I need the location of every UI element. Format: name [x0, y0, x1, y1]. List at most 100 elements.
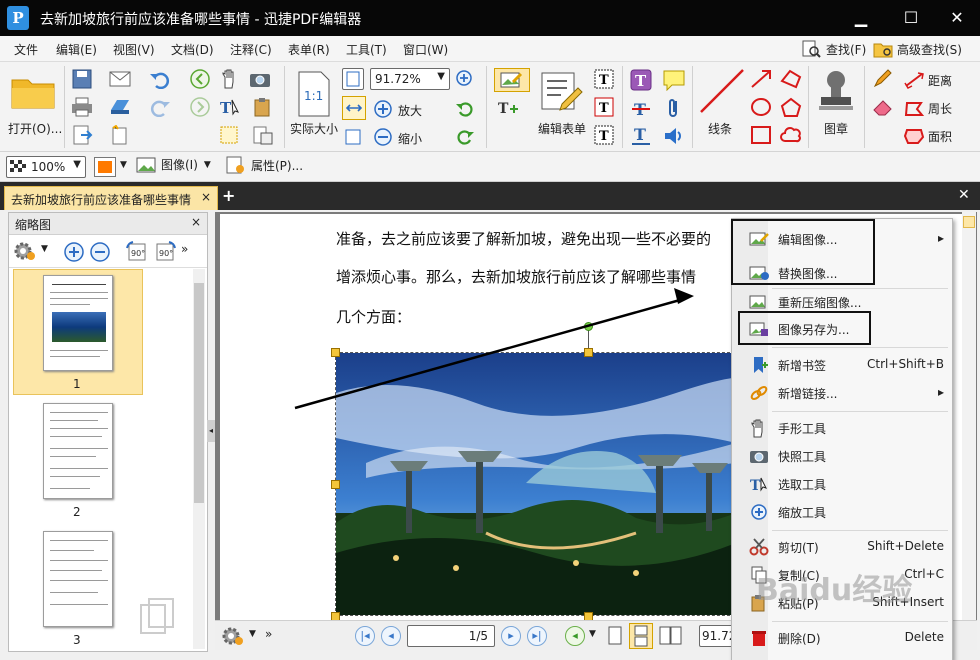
eraser-icon[interactable] [870, 96, 896, 118]
facing-pages-icon[interactable] [659, 626, 683, 646]
text-field-icon[interactable]: T [592, 68, 616, 90]
page-thumbnail-3[interactable] [43, 531, 113, 627]
context-item-snapshot-tool[interactable]: 快照工具 [732, 444, 952, 468]
document-tab[interactable]: 去新加坡旅行前应该准备哪些事情 × [4, 186, 218, 210]
panel-close-icon[interactable]: × [191, 215, 201, 229]
thumbnail-scrollbar[interactable] [193, 269, 205, 649]
add-text-icon[interactable]: T [494, 98, 524, 120]
typewriter-icon[interactable]: T [628, 68, 654, 92]
last-page-button[interactable]: ▸| [527, 626, 547, 646]
context-item-hand-tool[interactable]: 手形工具 [732, 416, 952, 440]
context-item-cut[interactable]: 剪切(T) Shift+Delete [732, 535, 952, 559]
new-document-icon[interactable] [108, 124, 132, 146]
maximize-button[interactable]: ☐ [896, 4, 926, 32]
menu-window[interactable]: 窗口(W) [403, 41, 448, 58]
previous-view-icon[interactable] [188, 68, 212, 90]
line-tool-icon[interactable] [698, 68, 746, 114]
advanced-find-button[interactable]: 高级查找(S) [872, 38, 962, 60]
zoom-in-icon[interactable] [372, 98, 394, 120]
cloud-tool-icon[interactable] [778, 124, 804, 146]
edit-form-label[interactable]: 编辑表单 [538, 120, 586, 137]
sound-icon[interactable] [660, 124, 688, 148]
minimize-button[interactable]: ▁ [846, 4, 876, 32]
resize-handle[interactable] [331, 480, 340, 489]
scan-icon[interactable] [108, 96, 132, 118]
zoom-in-label[interactable]: 放大 [398, 102, 422, 119]
image-menu-button[interactable]: 图像(I) ▼ [136, 156, 211, 173]
page-number-input[interactable]: 1/5 [407, 625, 495, 647]
edit-form-icon[interactable] [538, 68, 586, 114]
context-item-add-link[interactable]: 新增链接... ▸ [732, 381, 952, 405]
menu-file[interactable]: 文件 [14, 41, 38, 58]
chevron-down-icon[interactable]: ▼ [589, 629, 596, 639]
ellipse-tool-icon[interactable] [748, 96, 774, 118]
context-item-delete[interactable]: 删除(D) Delete [732, 626, 952, 650]
close-window-button[interactable]: ✕ [942, 4, 972, 32]
enlarge-thumbnail-icon[interactable] [63, 241, 85, 263]
perimeter-label[interactable]: 周长 [928, 100, 952, 117]
gear-icon[interactable] [221, 625, 245, 647]
email-icon[interactable] [108, 68, 132, 90]
line-tool-label[interactable]: 线条 [708, 120, 732, 137]
note-icon[interactable] [660, 68, 688, 92]
save-icon[interactable] [70, 68, 94, 90]
polygon-line-icon[interactable] [778, 68, 804, 90]
fit-page-icon[interactable] [342, 68, 364, 90]
callout-icon[interactable]: T [592, 124, 616, 146]
rectangle-tool-icon[interactable] [748, 124, 774, 146]
zoom-out-icon[interactable] [372, 126, 394, 148]
actual-size-icon[interactable]: 1:1 [293, 68, 335, 120]
continuous-page-button[interactable] [629, 623, 653, 649]
chevron-down-icon[interactable]: ▼ [41, 244, 48, 254]
text-box-icon[interactable]: T [592, 96, 616, 118]
open-folder-icon[interactable] [8, 70, 58, 114]
page-thumbnail-2[interactable] [43, 403, 113, 499]
context-item-select-tool[interactable]: T 选取工具 [732, 472, 952, 496]
new-tab-button[interactable]: + [222, 186, 235, 205]
select-text-icon[interactable]: T [218, 96, 242, 118]
properties-button[interactable]: 属性(P)... [226, 156, 303, 174]
document-scrollbar[interactable] [962, 212, 976, 620]
edit-image-tool-icon[interactable] [494, 68, 530, 92]
more-options-icon[interactable]: » [181, 242, 188, 256]
rotate-left-icon[interactable] [454, 98, 476, 120]
menu-edit[interactable]: 编辑(E) [56, 41, 97, 58]
redo-icon[interactable] [148, 96, 172, 118]
menu-tools[interactable]: 工具(T) [346, 41, 387, 58]
undo-icon[interactable] [148, 68, 172, 90]
close-all-tabs-button[interactable]: ✕ [958, 187, 970, 203]
back-view-button[interactable]: ◂ [565, 626, 585, 646]
stamp-label[interactable]: 图章 [824, 120, 848, 137]
menu-comment[interactable]: 注释(C) [230, 41, 272, 58]
chevron-down-icon[interactable]: ▼ [120, 160, 127, 170]
menu-document[interactable]: 文档(D) [171, 41, 214, 58]
scroll-up-button[interactable] [963, 216, 975, 228]
next-page-button[interactable]: ▸ [501, 626, 521, 646]
page-thumbnail-1[interactable] [43, 275, 113, 371]
menu-form[interactable]: 表单(R) [288, 41, 330, 58]
opacity-combobox[interactable]: 100% ▼ [6, 156, 86, 178]
pencil-icon[interactable] [870, 68, 896, 90]
find-button[interactable]: 查找(F) [800, 38, 866, 60]
menu-view[interactable]: 视图(V) [113, 41, 155, 58]
export-icon[interactable] [70, 124, 94, 146]
zoom-out-label[interactable]: 缩小 [398, 130, 422, 147]
fit-width-icon[interactable] [342, 96, 366, 120]
stamp-icon[interactable] [814, 68, 858, 114]
open-button-label[interactable]: 打开(O)... [8, 120, 62, 137]
rotate-right-icon[interactable] [454, 126, 476, 148]
chevron-down-icon[interactable]: ▼ [249, 629, 256, 639]
scrollbar-thumb[interactable] [194, 283, 204, 503]
panel-collapse-handle[interactable]: ◂ [207, 420, 215, 442]
arrow-tool-icon[interactable] [748, 68, 774, 90]
gear-icon[interactable] [13, 240, 37, 262]
context-item-zoom-tool[interactable]: 缩放工具 [732, 500, 952, 524]
fit-visible-icon[interactable] [342, 126, 364, 148]
actual-size-label[interactable]: 实际大小 [290, 120, 338, 137]
first-page-button[interactable]: |◂ [355, 626, 375, 646]
shrink-thumbnail-icon[interactable] [89, 241, 111, 263]
strikeout-icon[interactable]: T [628, 98, 654, 120]
area-label[interactable]: 面积 [928, 128, 952, 145]
print-icon[interactable] [70, 96, 94, 118]
next-view-icon[interactable] [188, 96, 212, 118]
